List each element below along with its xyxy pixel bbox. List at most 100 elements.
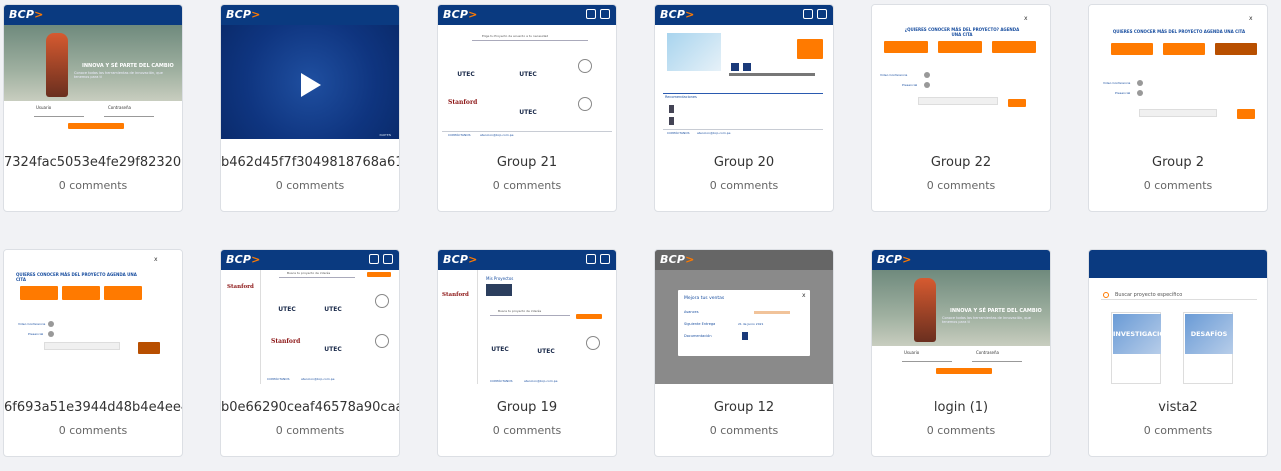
project-thumb[interactable] bbox=[486, 284, 512, 296]
card-title[interactable]: 6f693a51e3944d48b4e4ee45c bbox=[4, 400, 182, 415]
schedule-option[interactable] bbox=[20, 286, 58, 300]
card-thumbnail[interactable]: BCP> PARTEN bbox=[221, 5, 399, 139]
card-title[interactable]: b0e66290ceaf46578a90caaec bbox=[221, 400, 399, 415]
card-thumbnail[interactable]: BCP> Recomendaciones CONTÁCTANOS atencio… bbox=[655, 5, 833, 139]
card-comments[interactable]: 0 comments bbox=[4, 424, 182, 437]
schedule-option[interactable] bbox=[1163, 43, 1205, 55]
card-title[interactable]: Group 20 bbox=[655, 155, 833, 170]
card-comments[interactable]: 0 comments bbox=[438, 179, 616, 192]
schedule-option[interactable] bbox=[1111, 43, 1153, 55]
user-icon[interactable] bbox=[600, 9, 610, 19]
user-icon[interactable] bbox=[600, 254, 610, 264]
document-icon[interactable] bbox=[742, 332, 748, 340]
radio-presencial[interactable] bbox=[48, 331, 54, 337]
card-thumbnail[interactable]: BCP> INNOVA Y SÉ PARTE DEL CAMBIO Conoce… bbox=[4, 5, 182, 139]
user-icon[interactable] bbox=[817, 9, 827, 19]
project-card[interactable]: BCP> Stanford Mis Proyectos Busca tu pro… bbox=[437, 249, 617, 457]
confirm-button[interactable] bbox=[138, 342, 160, 354]
card-thumbnail[interactable]: BCP> x Mejora tus ventas Avances Siguien… bbox=[655, 250, 833, 384]
file-icon[interactable] bbox=[731, 63, 739, 71]
card-comments[interactable]: 0 comments bbox=[221, 179, 399, 192]
card-thumbnail[interactable]: Buscar proyecto específico INVESTIGACIÓN… bbox=[1089, 250, 1267, 384]
card-thumbnail[interactable]: BCP> Elige tu Proyecto de acuerdo a tu n… bbox=[438, 5, 616, 139]
hero-title: INNOVA Y SÉ PARTE DEL CAMBIO bbox=[950, 308, 1042, 314]
card-thumbnail[interactable]: BCP> INNOVA Y SÉ PARTE DEL CAMBIO Conoce… bbox=[872, 250, 1050, 384]
card-comments[interactable]: 0 comments bbox=[655, 179, 833, 192]
project-card[interactable]: BCP> INNOVA Y SÉ PARTE DEL CAMBIO Conoce… bbox=[871, 249, 1051, 457]
search-bar[interactable]: Elige tu Proyecto de acuerdo a tu necesi… bbox=[472, 34, 588, 41]
project-grid: BCP> INNOVA Y SÉ PARTE DEL CAMBIO Conoce… bbox=[3, 4, 1278, 468]
user-icon[interactable] bbox=[383, 254, 393, 264]
schedule-option[interactable] bbox=[884, 41, 928, 53]
category-card[interactable]: INVESTIGACIÓN bbox=[1111, 312, 1170, 384]
card-comments[interactable]: 0 comments bbox=[221, 424, 399, 437]
card-thumbnail[interactable]: x QUIERES CONOCER MÁS DEL PROYECTO AGEND… bbox=[1089, 5, 1267, 139]
project-card[interactable]: BCP> Elige tu Proyecto de acuerdo a tu n… bbox=[437, 4, 617, 212]
card-title[interactable]: Group 19 bbox=[438, 400, 616, 415]
card-comments[interactable]: 0 comments bbox=[655, 424, 833, 437]
project-card[interactable]: x ¿QUIERES CONOCER MÁS DEL PROYECTO? AGE… bbox=[871, 4, 1051, 212]
project-card[interactable]: x QUIERES CONOCER MÁS DEL PROYECTO AGEND… bbox=[1088, 4, 1268, 212]
play-icon[interactable] bbox=[301, 73, 321, 97]
project-card[interactable]: BCP> INNOVA Y SÉ PARTE DEL CAMBIO Conoce… bbox=[3, 4, 183, 212]
agenda-button[interactable] bbox=[797, 39, 823, 59]
thumb-header: BCP> bbox=[221, 5, 399, 25]
card-thumbnail[interactable]: BCP> Stanford Busca tu proyecto de inter… bbox=[221, 250, 399, 384]
schedule-option[interactable] bbox=[62, 286, 100, 300]
close-icon[interactable]: x bbox=[154, 256, 158, 263]
card-title[interactable]: Group 2 bbox=[1089, 155, 1267, 170]
calendar-icon[interactable] bbox=[586, 254, 596, 264]
utec-logo: UTEC bbox=[324, 306, 342, 313]
schedule-option-selected[interactable] bbox=[1215, 43, 1257, 55]
card-title[interactable]: b462d45f7f3049818768a61b3 bbox=[221, 155, 399, 170]
project-card[interactable]: BCP> x Mejora tus ventas Avances Siguien… bbox=[654, 249, 834, 457]
filter-button[interactable] bbox=[367, 272, 391, 277]
search-bar[interactable]: Busca tu proyecto de interés bbox=[490, 309, 570, 316]
project-card[interactable]: BCP> Stanford Busca tu proyecto de inter… bbox=[220, 249, 400, 457]
card-comments[interactable]: 0 comments bbox=[1089, 179, 1267, 192]
notes-field[interactable] bbox=[918, 97, 998, 105]
search-bar[interactable]: Busca tu proyecto de interés bbox=[279, 271, 355, 278]
card-thumbnail[interactable]: x ¿QUIERES CONOCER MÁS DEL PROYECTO? AGE… bbox=[872, 5, 1050, 139]
radio-presencial[interactable] bbox=[924, 82, 930, 88]
schedule-option[interactable] bbox=[992, 41, 1036, 53]
card-title[interactable]: 7324fac5053e4fe29f823209e1 bbox=[4, 155, 182, 170]
card-title[interactable]: Group 12 bbox=[655, 400, 833, 415]
card-comments[interactable]: 0 comments bbox=[4, 179, 182, 192]
schedule-option[interactable] bbox=[104, 286, 142, 300]
confirm-button[interactable] bbox=[1008, 99, 1026, 107]
notes-field[interactable] bbox=[1139, 109, 1217, 117]
card-title[interactable]: Group 21 bbox=[438, 155, 616, 170]
project-card[interactable]: BCP> Recomendaciones CONTÁCTANOS atencio… bbox=[654, 4, 834, 212]
card-comments[interactable]: 0 comments bbox=[872, 424, 1050, 437]
file-icon[interactable] bbox=[743, 63, 751, 71]
radio-presencial[interactable] bbox=[1137, 90, 1143, 96]
card-thumbnail[interactable]: x QUIERES CONOCER MÁS DEL PROYECTO AGEND… bbox=[4, 250, 182, 384]
project-card[interactable]: BCP> PARTEN b462d45f7f3049818768a61b3 0 … bbox=[220, 4, 400, 212]
card-title[interactable]: Group 22 bbox=[872, 155, 1050, 170]
project-card[interactable]: x QUIERES CONOCER MÁS DEL PROYECTO AGEND… bbox=[3, 249, 183, 457]
card-comments[interactable]: 0 comments bbox=[438, 424, 616, 437]
card-thumbnail[interactable]: BCP> Stanford Mis Proyectos Busca tu pro… bbox=[438, 250, 616, 384]
filter-button[interactable] bbox=[576, 314, 602, 319]
card-comments[interactable]: 0 comments bbox=[872, 179, 1050, 192]
notes-field[interactable] bbox=[44, 342, 120, 350]
calendar-icon[interactable] bbox=[803, 9, 813, 19]
project-card[interactable]: Buscar proyecto específico INVESTIGACIÓN… bbox=[1088, 249, 1268, 457]
calendar-icon[interactable] bbox=[369, 254, 379, 264]
radio-video[interactable] bbox=[924, 72, 930, 78]
close-icon[interactable]: x bbox=[1024, 15, 1028, 22]
calendar-icon[interactable] bbox=[586, 9, 596, 19]
card-comments[interactable]: 0 comments bbox=[1089, 424, 1267, 437]
video-preview: PARTEN bbox=[221, 25, 399, 139]
card-title[interactable]: vista2 bbox=[1089, 400, 1267, 415]
category-card[interactable]: DESAFÍOS bbox=[1183, 312, 1233, 384]
radio-video[interactable] bbox=[48, 321, 54, 327]
schedule-option[interactable] bbox=[938, 41, 982, 53]
confirm-button[interactable] bbox=[1237, 109, 1255, 119]
close-icon[interactable]: x bbox=[1249, 15, 1253, 22]
close-icon[interactable]: x bbox=[802, 292, 806, 299]
card-title[interactable]: login (1) bbox=[872, 400, 1050, 415]
login-button[interactable] bbox=[936, 368, 992, 374]
radio-video[interactable] bbox=[1137, 80, 1143, 86]
